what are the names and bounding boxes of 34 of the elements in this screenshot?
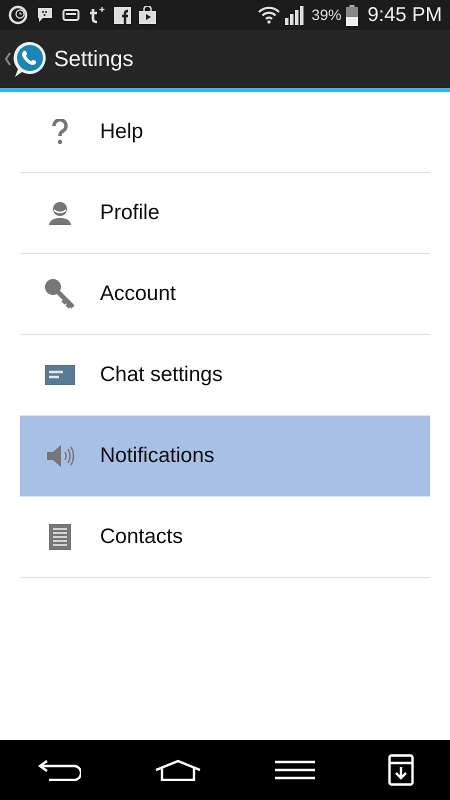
chat-lines-icon xyxy=(45,365,75,385)
screen-title: Settings xyxy=(54,46,134,72)
speaker-icon xyxy=(45,443,75,469)
status-time: 9:45 PM xyxy=(368,4,442,26)
back-arrow-icon xyxy=(36,759,80,781)
menu-label: Notifications xyxy=(100,444,214,468)
menu-item[interactable]: Profile xyxy=(20,173,430,254)
menu-item[interactable]: Notifications xyxy=(20,416,430,497)
battery-icon xyxy=(346,4,358,26)
t-plus-icon xyxy=(88,6,106,24)
menu-icon xyxy=(274,760,314,780)
download-box-icon xyxy=(388,754,414,786)
menu-label: Chat settings xyxy=(100,363,223,387)
chevron-left-icon xyxy=(4,51,12,67)
menu-label: Contacts xyxy=(100,525,183,549)
menu-item[interactable]: Account xyxy=(20,254,430,335)
menu-label: Profile xyxy=(100,201,160,225)
clock-icon xyxy=(8,5,28,25)
person-icon xyxy=(48,201,72,225)
phone-bubble-icon xyxy=(12,40,48,78)
shopping-bag-icon xyxy=(139,6,156,24)
menu-item[interactable]: Help xyxy=(20,92,430,173)
document-lines-icon xyxy=(49,524,71,550)
battery-percent: 39% xyxy=(311,6,342,24)
menu-label: Help xyxy=(100,120,144,144)
chat-bubble-icon xyxy=(36,6,54,24)
key-icon xyxy=(44,278,76,310)
menu-item[interactable]: Contacts xyxy=(20,497,430,578)
menu-label: Account xyxy=(100,282,176,306)
home-icon xyxy=(154,759,202,781)
envelope-icon xyxy=(62,8,80,22)
question-mark-icon xyxy=(52,119,68,145)
f-square-icon xyxy=(114,6,131,24)
wifi-icon xyxy=(257,6,282,24)
